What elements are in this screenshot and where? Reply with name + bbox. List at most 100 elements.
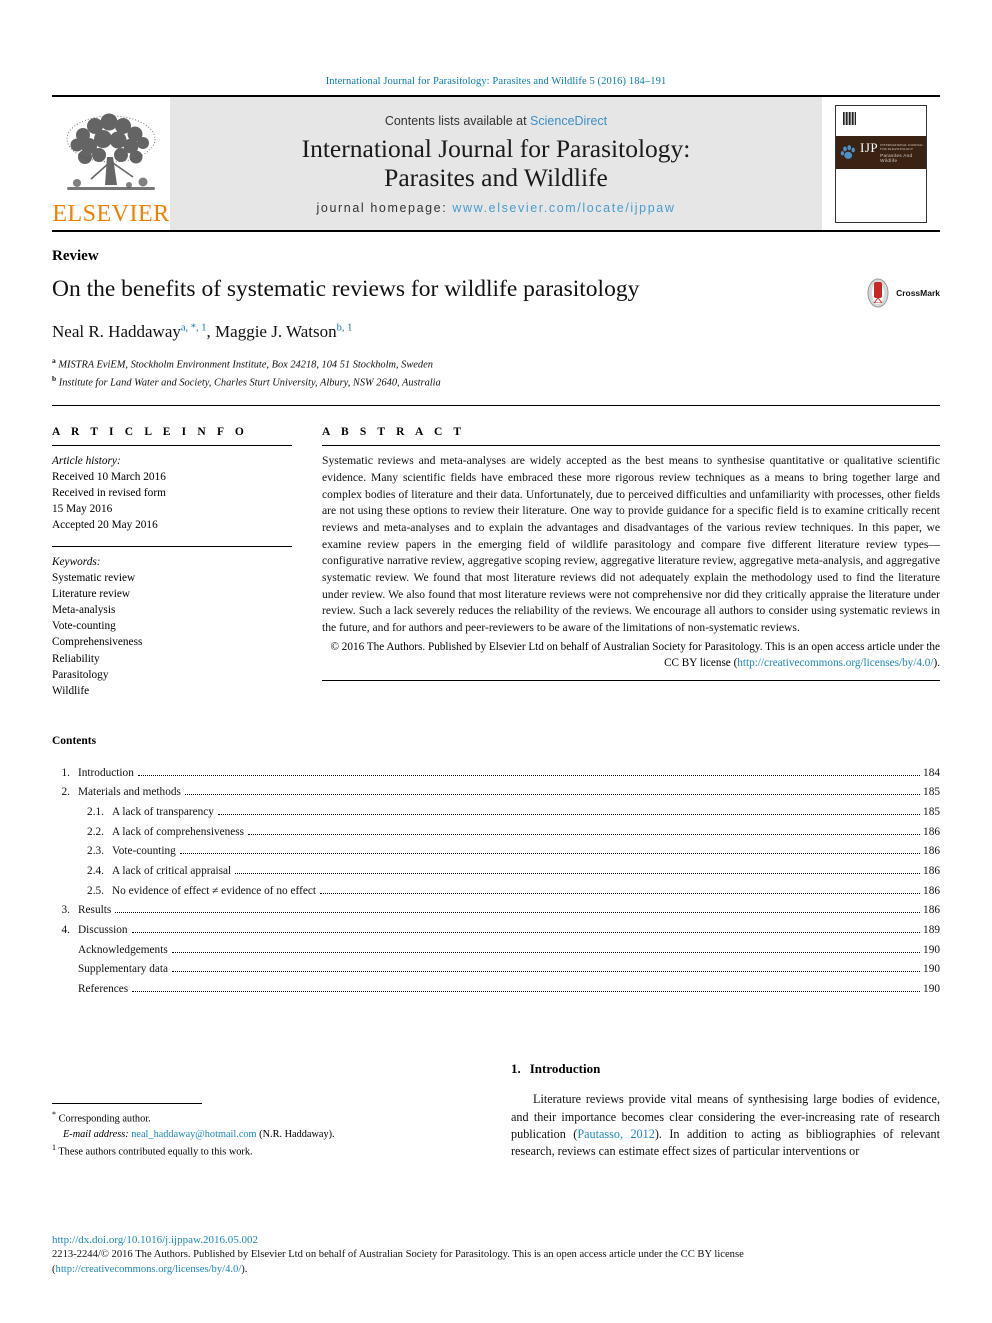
toc-label[interactable]: Acknowledgements	[52, 941, 168, 961]
keyword-item: Meta-analysis	[52, 604, 116, 617]
toc-label[interactable]: Results	[78, 901, 111, 921]
toc-leader-dots	[179, 853, 921, 855]
toc-leader-dots	[132, 990, 921, 992]
left-column: * Corresponding author. E-mail address: …	[52, 1061, 481, 1160]
abstract-copyright: © 2016 The Authors. Published by Elsevie…	[322, 639, 941, 671]
toc-row[interactable]: 1. Introduction 184	[52, 764, 940, 784]
toc-row[interactable]: 2.2. A lack of comprehensiveness 186	[52, 823, 940, 843]
toc-label[interactable]: References	[52, 980, 128, 1000]
toc-row[interactable]: 2.3. Vote-counting 186	[52, 842, 940, 862]
toc-label[interactable]: Discussion	[78, 921, 128, 941]
cc-license-link[interactable]: http://creativecommons.org/licenses/by/4…	[737, 657, 933, 669]
author-marks-1[interactable]: a, *, 1	[181, 322, 207, 333]
toc-number: 1.	[61, 766, 70, 779]
toc-row[interactable]: Acknowledgements 190	[52, 941, 940, 961]
keywords-label: Keywords:	[52, 556, 101, 569]
right-column: 1. Introduction Literature reviews provid…	[511, 1061, 940, 1160]
toc-row[interactable]: 3. Results 186	[52, 901, 940, 921]
equal-contribution-text: These authors contributed equally to thi…	[58, 1146, 253, 1158]
history-item: Received in revised form	[52, 487, 166, 500]
bottom-columns: * Corresponding author. E-mail address: …	[52, 1061, 940, 1160]
contents-heading: Contents	[52, 734, 97, 747]
toc-label[interactable]: No evidence of effect ≠ evidence of no e…	[112, 882, 316, 902]
email-label: E-mail address:	[63, 1128, 129, 1140]
toc-label[interactable]: A lack of critical appraisal	[112, 862, 231, 882]
keyword-item: Reliability	[52, 652, 100, 665]
toc-row[interactable]: 2. Materials and methods 185	[52, 783, 940, 803]
journal-article-page: International Journal for Parasitology: …	[0, 0, 992, 1323]
toc-number: 2.4.	[87, 864, 104, 877]
toc-row[interactable]: 2.4. A lack of critical appraisal 186	[52, 862, 940, 882]
footnote-equal-contribution: 1 These authors contributed equally to t…	[52, 1142, 481, 1160]
homepage-label: journal homepage:	[316, 201, 448, 216]
running-head: International Journal for Parasitology: …	[325, 76, 667, 87]
corresponding-author-text: Corresponding author.	[58, 1113, 151, 1125]
page-title: On the benefits of systematic reviews fo…	[52, 276, 640, 302]
toc-label[interactable]: Vote-counting	[112, 842, 176, 862]
elsevier-wordmark: ELSEVIER	[52, 201, 170, 227]
toc-leader-dots	[320, 892, 921, 894]
footnote-area: * Corresponding author. E-mail address: …	[52, 1103, 481, 1161]
toc-label[interactable]: Materials and methods	[78, 783, 181, 803]
toc-row[interactable]: References 190	[52, 980, 940, 1000]
homepage-url-link[interactable]: www.elsevier.com/locate/ijppaw	[452, 201, 675, 215]
cover-box: IJP INTERNATIONAL JOURNAL FOR PARASITOLO…	[835, 104, 927, 223]
abstract-column: A B S T R A C T Systematic reviews and m…	[322, 426, 940, 698]
article-type: Review	[52, 248, 99, 264]
author-name-1: Neal R. Haddaway	[52, 322, 181, 341]
toc-row[interactable]: 2.5. No evidence of effect ≠ evidence of…	[52, 882, 940, 902]
toc-label[interactable]: A lack of comprehensiveness	[112, 823, 244, 843]
toc-number: 2.1.	[87, 805, 104, 818]
doi-link[interactable]: http://dx.doi.org/10.1016/j.ijppaw.2016.…	[52, 1234, 940, 1246]
abstract-body: Systematic reviews and meta-analyses are…	[322, 454, 940, 635]
asterisk-icon: *	[52, 1110, 56, 1120]
crossmark-badge[interactable]: CrossMark	[863, 276, 940, 308]
toc-row[interactable]: 4. Discussion 189	[52, 921, 940, 941]
citation-link[interactable]: Pautasso, 2012	[577, 1127, 655, 1141]
article-info-heading: A R T I C L E I N F O	[52, 426, 248, 439]
toc-leader-dots	[217, 813, 921, 815]
toc-label[interactable]: A lack of transparency	[112, 803, 214, 823]
toc-page-number: 190	[923, 943, 940, 956]
affiliation-list: a MISTRA EviEM, Stockholm Environment In…	[52, 355, 940, 391]
toc-row[interactable]: 2.1. A lack of transparency 185	[52, 803, 940, 823]
history-item: Accepted 20 May 2016	[52, 519, 158, 532]
toc-leader-dots	[131, 931, 921, 933]
toc-page-number: 190	[923, 982, 940, 995]
toc-label[interactable]: Supplementary data	[52, 960, 168, 980]
footnote-divider	[52, 1103, 202, 1105]
keywords-divider	[52, 546, 292, 548]
sciencedirect-link[interactable]: ScienceDirect	[530, 114, 607, 128]
article-info-divider	[52, 445, 292, 447]
keyword-item: Comprehensiveness	[52, 636, 143, 649]
toc-number: 2.	[61, 786, 70, 799]
issn-copyright-line: 2213-2244/© 2016 The Authors. Published …	[52, 1247, 940, 1277]
toc-page-number: 186	[923, 864, 940, 877]
issn-suffix: ).	[241, 1263, 248, 1275]
toc-page-number: 185	[923, 805, 940, 818]
affiliation-text-a: MISTRA EviEM, Stockholm Environment Inst…	[58, 359, 433, 371]
toc-number: 3.	[61, 904, 70, 917]
toc-number: 2.5.	[87, 884, 104, 897]
title-row: On the benefits of systematic reviews fo…	[52, 276, 940, 308]
abstract-heading: A B S T R A C T	[322, 426, 466, 439]
toc-leader-dots	[184, 794, 921, 796]
footnote-marker-1: 1	[52, 1143, 56, 1153]
journal-title: International Journal for Parasitology: …	[302, 134, 691, 192]
journal-masthead: ELSEVIER Contents lists available at Sci…	[52, 95, 940, 232]
author-list: Neal R. Haddawaya, *, 1, Maggie J. Watso…	[52, 322, 940, 342]
masthead-center: Contents lists available at ScienceDirec…	[170, 97, 822, 230]
footer-cc-license-link[interactable]: http://creativecommons.org/licenses/by/4…	[56, 1264, 242, 1275]
toc-label[interactable]: Introduction	[78, 764, 134, 784]
email-link[interactable]: neal_haddaway@hotmail.com	[131, 1129, 256, 1140]
paw-print-icon	[840, 144, 855, 159]
cover-ijp-text: IJP	[860, 139, 879, 155]
divider-under-affiliations	[52, 405, 940, 407]
author-marks-2[interactable]: b, 1	[337, 322, 353, 333]
contents-section: Contents 1. Introduction 184 2. Material…	[52, 735, 940, 1000]
elsevier-tree-icon	[66, 113, 156, 190]
author-name-2: Maggie J. Watson	[215, 322, 337, 341]
page-footer: http://dx.doi.org/10.1016/j.ijppaw.2016.…	[52, 1234, 940, 1277]
toc-row[interactable]: Supplementary data 190	[52, 960, 940, 980]
toc-leader-dots	[172, 971, 921, 973]
